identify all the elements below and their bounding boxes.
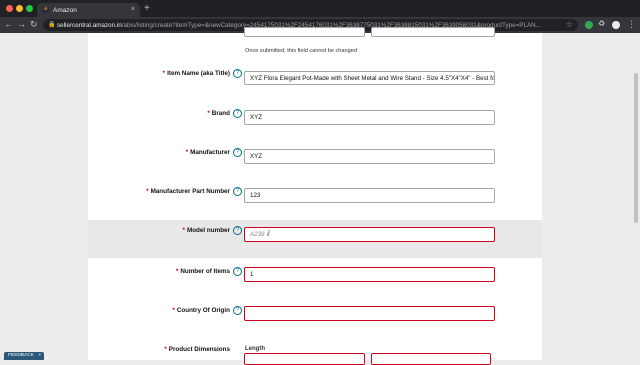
lock-icon: 🔒: [48, 21, 56, 28]
model-number-help-icon[interactable]: ?: [233, 226, 242, 235]
product-dimensions-label: * Product Dimensions: [164, 346, 230, 353]
browser-menu-icon[interactable]: ⋮: [627, 19, 636, 30]
number-of-items-help-icon[interactable]: ?: [233, 267, 242, 276]
tab-close-icon[interactable]: ×: [131, 6, 135, 13]
brand-help-icon[interactable]: ?: [233, 109, 242, 118]
minimize-window-button[interactable]: [16, 5, 23, 12]
country-of-origin-help-icon[interactable]: ?: [233, 306, 242, 315]
text-cursor-icon: ⅈ: [267, 229, 270, 238]
maximize-window-button[interactable]: [26, 5, 33, 12]
manufacturer-part-number-input[interactable]: 123: [244, 188, 495, 203]
profile-avatar[interactable]: [612, 21, 620, 29]
feedback-label: FEEDBACK: [8, 353, 34, 358]
field-note: Once submitted, this field cannot be cha…: [245, 48, 357, 54]
length-label: Length: [245, 346, 265, 352]
browser-tab[interactable]: a Amazon ×: [37, 3, 140, 17]
model-number-input[interactable]: A239: [244, 227, 495, 242]
item-name-help-icon[interactable]: ?: [233, 69, 242, 78]
model-number-label: * Model number: [182, 227, 230, 234]
page-scrollbar[interactable]: [634, 73, 638, 223]
number-of-items-label: * Number of Items: [175, 268, 230, 275]
length-input[interactable]: [244, 353, 365, 365]
top-field-left[interactable]: [244, 27, 365, 37]
brand-label: * Brand: [207, 110, 230, 117]
tab-title: Amazon: [53, 6, 77, 14]
top-field-right[interactable]: [371, 27, 495, 37]
new-tab-button[interactable]: +: [144, 3, 150, 14]
country-of-origin-label: * Country Of Origin: [172, 307, 230, 314]
manufacturer-label: * Manufacturer: [185, 149, 230, 156]
number-of-items-input[interactable]: 1: [244, 267, 495, 282]
listing-form-panel: Once submitted, this field cannot be cha…: [88, 27, 542, 365]
reload-icon[interactable]: ↻: [30, 19, 38, 30]
close-window-button[interactable]: [6, 5, 13, 12]
length-unit-select[interactable]: [371, 353, 491, 365]
extension-icon[interactable]: [585, 21, 593, 29]
feedback-button[interactable]: FEEDBACK ×: [4, 352, 44, 360]
feedback-close-icon[interactable]: ×: [38, 352, 41, 360]
bookmark-star-icon[interactable]: ☆: [566, 20, 573, 29]
browser-titlebar: a Amazon × +: [0, 0, 640, 17]
manufacturer-part-number-help-icon[interactable]: ?: [233, 187, 242, 196]
item-name-label: * Item Name (aka Title): [162, 70, 230, 77]
extensions-puzzle-icon[interactable]: ♻: [598, 19, 605, 28]
amazon-favicon-icon: a: [42, 6, 49, 13]
page-content: Once submitted, this field cannot be cha…: [0, 27, 640, 365]
back-arrow-icon[interactable]: ←: [4, 19, 13, 29]
item-name-input[interactable]: XYZ Flora Elegant Pot-Made with Sheet Me…: [244, 71, 495, 85]
country-of-origin-input[interactable]: [244, 306, 495, 321]
manufacturer-part-number-label: * Manufacturer Part Number: [146, 188, 230, 195]
forward-arrow-icon[interactable]: →: [17, 19, 26, 29]
brand-input[interactable]: XYZ: [244, 110, 495, 125]
manufacturer-input[interactable]: XYZ: [244, 149, 495, 164]
manufacturer-help-icon[interactable]: ?: [233, 148, 242, 157]
